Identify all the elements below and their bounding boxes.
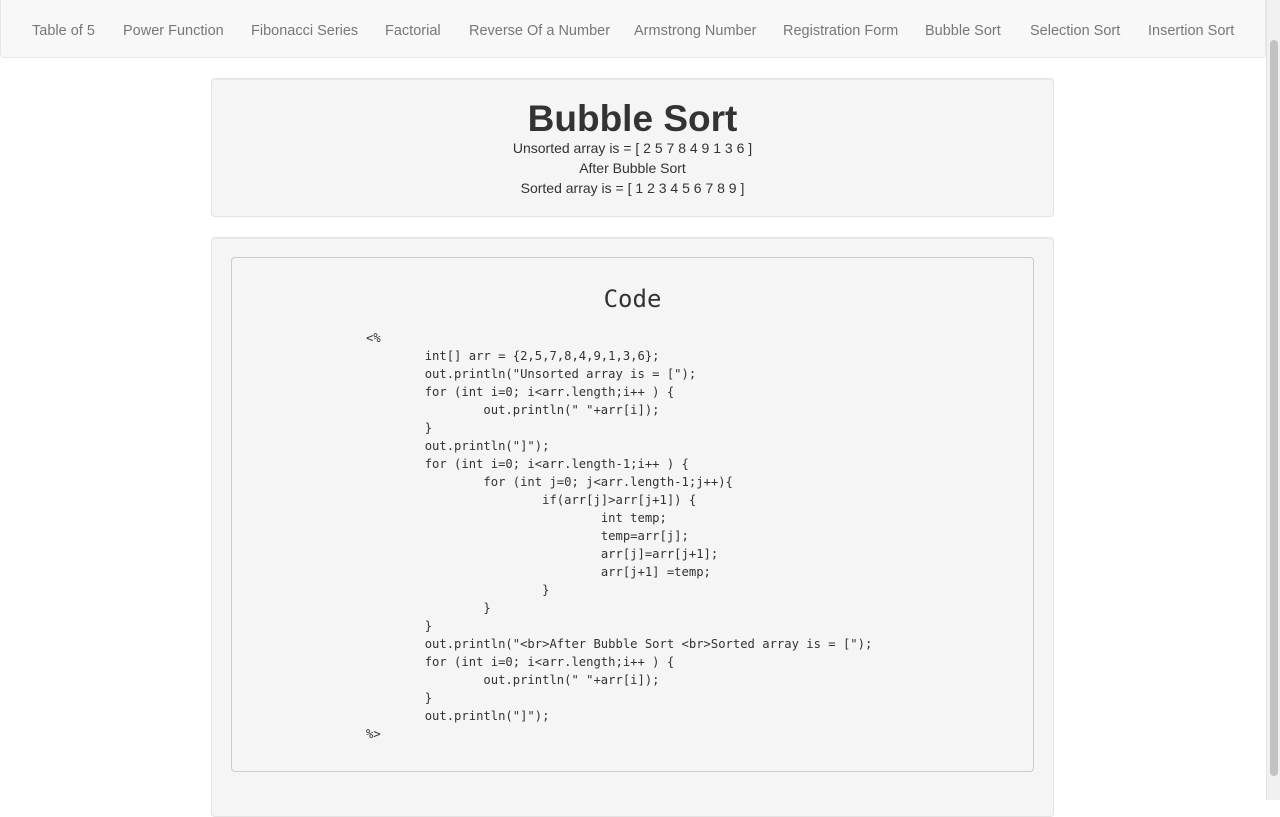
code-block: <% int[] arr = {2,5,7,8,4,9,1,3,6}; out.… (366, 331, 873, 741)
code-title: Code (603, 285, 662, 313)
nav-link-power-function[interactable]: Power Function (123, 0, 224, 58)
scrollbar-thumb[interactable] (1270, 40, 1278, 776)
nav-link-bubble-sort[interactable]: Bubble Sort (925, 0, 1001, 58)
sorted-array-text: Sorted array is = [ 1 2 3 4 5 6 7 8 9 ] (520, 180, 745, 196)
nav-link-selection-sort[interactable]: Selection Sort (1030, 0, 1120, 58)
unsorted-array-text: Unsorted array is = [ 2 5 7 8 4 9 1 3 6 … (512, 140, 753, 156)
nav-link-factorial[interactable]: Factorial (385, 0, 441, 58)
nav-link-armstrong-number[interactable]: Armstrong Number (634, 0, 756, 58)
nav-link-table-of-5[interactable]: Table of 5 (32, 0, 95, 58)
after-sort-text: After Bubble Sort (579, 160, 686, 176)
page-scrollbar[interactable] (1266, 0, 1280, 800)
code-box: Code <% int[] arr = {2,5,7,8,4,9,1,3,6};… (231, 257, 1034, 772)
code-panel: Code <% int[] arr = {2,5,7,8,4,9,1,3,6};… (211, 237, 1054, 817)
nav-link-insertion-sort[interactable]: Insertion Sort (1148, 0, 1234, 58)
top-navbar: Table of 5 Power Function Fibonacci Seri… (0, 0, 1266, 58)
result-panel: Bubble Sort Unsorted array is = [ 2 5 7 … (211, 78, 1054, 217)
nav-link-registration-form[interactable]: Registration Form (783, 0, 898, 58)
nav-link-fibonacci-series[interactable]: Fibonacci Series (251, 0, 358, 58)
page-title: Bubble Sort (527, 98, 738, 139)
nav-link-reverse-of-a-number[interactable]: Reverse Of a Number (469, 0, 610, 58)
